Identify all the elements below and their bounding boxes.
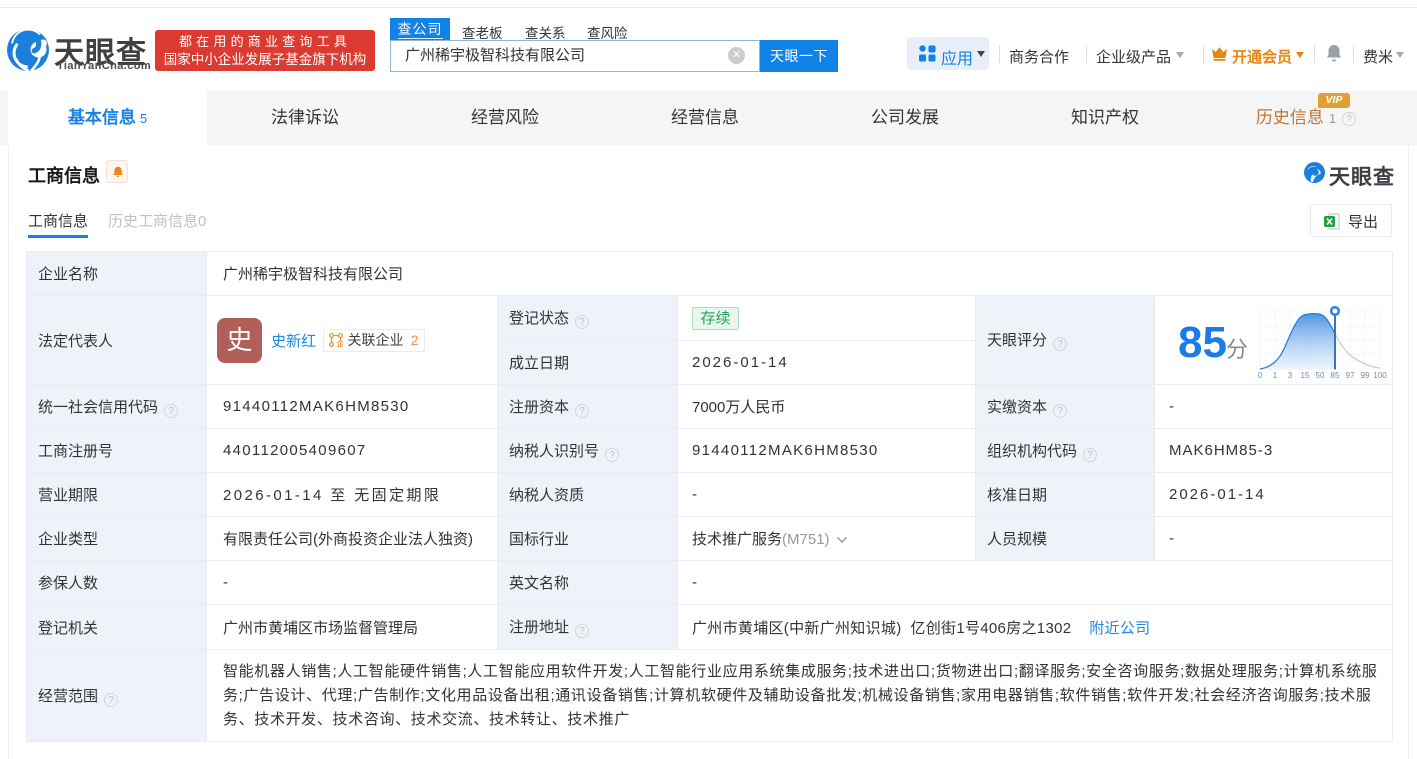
- svg-text:15: 15: [1301, 371, 1310, 380]
- svg-text:100: 100: [1373, 371, 1387, 380]
- svg-text:97: 97: [1346, 371, 1355, 380]
- svg-text:3: 3: [1288, 371, 1293, 380]
- svg-text:99: 99: [1361, 371, 1370, 380]
- svg-text:50: 50: [1316, 371, 1325, 380]
- svg-text:85: 85: [1331, 371, 1340, 380]
- svg-text:1: 1: [1273, 371, 1278, 380]
- svg-text:企: 企: [336, 338, 344, 347]
- svg-text:0: 0: [1258, 371, 1263, 380]
